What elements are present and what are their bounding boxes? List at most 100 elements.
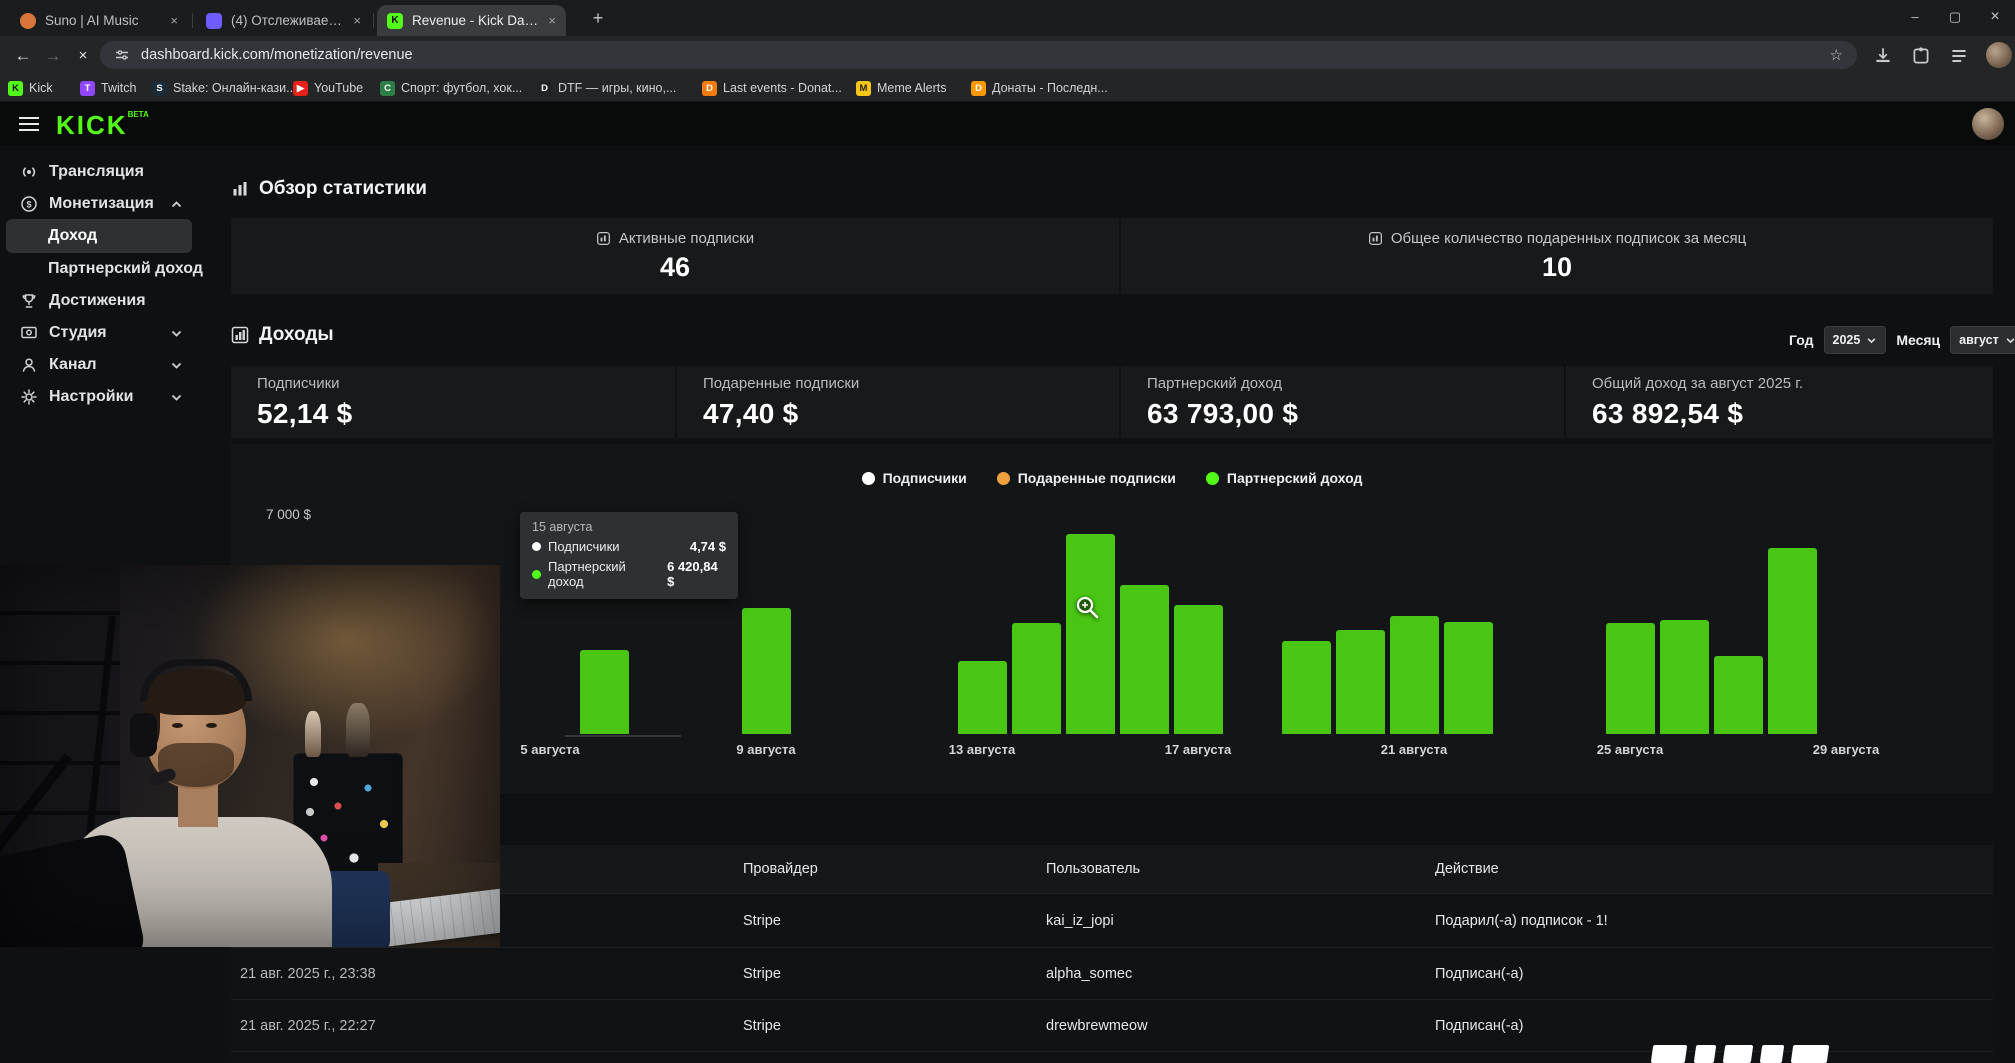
chart-icon	[231, 326, 249, 344]
user-avatar[interactable]	[1972, 108, 2004, 140]
revenue-card-total: Общий доход за август 2025 г. 63 892,54 $	[1592, 374, 1804, 429]
back-button[interactable]: ←	[10, 43, 36, 69]
screen: Suno | AI Music × (4) Отслеживаемые акти…	[0, 0, 2015, 1063]
sidebar-item-settings[interactable]: Настройки	[0, 380, 231, 414]
section-title: Доходы	[259, 324, 334, 345]
bookmark-favicon: T	[80, 80, 95, 96]
revenue-cards-band: Подписчики 52,14 $ Подаренные подписки 47,…	[231, 366, 1993, 438]
tab-close-icon[interactable]: ×	[353, 13, 361, 28]
bookmark-item[interactable]: D Донаты - Последн...	[971, 78, 1108, 98]
chart-bar[interactable]	[1012, 623, 1061, 734]
sidebar-item-income[interactable]: Доход	[6, 219, 192, 253]
sidebar-item-studio[interactable]: Студия	[0, 316, 231, 350]
browser-tab[interactable]: (4) Отслеживаемые активные... ×	[196, 5, 371, 36]
legend-dot	[996, 471, 1010, 485]
address-bar[interactable]: dashboard.kick.com/monetization/revenue …	[100, 41, 1857, 69]
stream-alert-partial	[1650, 1045, 1830, 1063]
chart-bar[interactable]	[1660, 620, 1709, 734]
browser-profile-avatar[interactable]	[1986, 42, 2012, 68]
bookmark-item[interactable]: ▶ YouTube	[293, 78, 363, 98]
bookmark-item[interactable]: S Stake: Онлайн-кази...	[152, 78, 297, 98]
window-maximize-button[interactable]: ▢	[1938, 2, 1972, 32]
gift-badge-icon	[1368, 231, 1382, 245]
revenue-card-partner: Партнерский доход 63 793,00 $	[1147, 374, 1299, 429]
chart-bar[interactable]	[1282, 641, 1331, 734]
x-axis-label: 13 августа	[948, 742, 1016, 757]
browser-tab-strip: Suno | AI Music × (4) Отслеживаемые акти…	[0, 0, 2015, 36]
chart-bar[interactable]	[1336, 630, 1385, 734]
year-select[interactable]: 2025	[1823, 326, 1887, 354]
stat-value: 10	[1541, 251, 1573, 282]
sidebar-item-partner-income[interactable]: Партнерский доход	[0, 252, 231, 286]
tab-favicon: K	[387, 12, 403, 29]
legend-item[interactable]: Подписчики	[861, 470, 967, 486]
year-label: Год	[1789, 332, 1814, 348]
tab-title: (4) Отслеживаемые активные...	[231, 13, 344, 28]
bookmark-label: Twitch	[101, 81, 137, 95]
month-label: Месяц	[1896, 332, 1941, 348]
reading-list-icon[interactable]	[1948, 45, 1970, 67]
bookmark-item[interactable]: D DTF — игры, кино,...	[537, 78, 676, 98]
table-row: 21 авг. 2025 г., 22:27 Stripe drewbrewme…	[231, 999, 1993, 1051]
tab-close-icon[interactable]: ×	[548, 13, 556, 28]
stat-card-active-subs: Активные подписки 46	[231, 218, 1119, 294]
stat-card-gifted-subs: Общее количество подаренных подписок за …	[1121, 218, 1993, 294]
new-tab-button[interactable]: +	[586, 7, 610, 31]
extensions-icon[interactable]	[1910, 45, 1932, 67]
stop-reload-button[interactable]: ×	[70, 43, 96, 69]
bookmark-item[interactable]: M Meme Alerts	[856, 78, 946, 98]
kick-logo[interactable]: KICKBETA	[56, 110, 149, 141]
forward-button[interactable]: →	[40, 43, 66, 69]
chart-tooltip: 15 августа Подписчики 4,74 $ Партнерский …	[520, 512, 738, 599]
chart-bar[interactable]	[1120, 585, 1169, 734]
y-axis-label: 7 000 $	[265, 507, 311, 522]
beta-badge: BETA	[127, 110, 149, 119]
chart-bar[interactable]	[1768, 548, 1817, 734]
col-header-provider: Провайдер	[743, 861, 818, 877]
chart-bar[interactable]	[1714, 656, 1763, 734]
tab-favicon	[20, 12, 36, 29]
sidebar-item-channel[interactable]: Канал	[0, 348, 231, 382]
chart-bar[interactable]	[742, 608, 791, 734]
bookmark-label: Stake: Онлайн-кази...	[173, 81, 297, 95]
menu-hamburger-icon[interactable]	[19, 117, 39, 131]
browser-tab[interactable]: Suno | AI Music ×	[10, 5, 188, 36]
period-controls: Год 2025 Месяц август	[1789, 326, 2015, 354]
chart-bar[interactable]	[1066, 534, 1115, 734]
chevron-down-icon	[1867, 337, 1876, 343]
chart-bar[interactable]	[580, 650, 629, 734]
sidebar-item-monetization[interactable]: $ Монетизация	[0, 187, 231, 221]
legend-item[interactable]: Подаренные подписки	[996, 470, 1176, 486]
window-close-button[interactable]: ×	[1978, 2, 2012, 32]
bookmark-item[interactable]: T Twitch	[80, 78, 136, 98]
chart-bar[interactable]	[1390, 616, 1439, 734]
tab-title: Revenue - Kick Dashboard	[412, 13, 539, 28]
tooltip-dot	[532, 542, 541, 551]
bookmark-favicon: ▶	[293, 80, 308, 96]
subs-badge-icon	[596, 231, 610, 245]
window-minimize-button[interactable]: –	[1898, 2, 1932, 32]
chart-bar[interactable]	[958, 661, 1007, 734]
bookmark-star-icon[interactable]: ☆	[1830, 46, 1843, 64]
sidebar-item-label: Монетизация	[49, 195, 154, 212]
overview-stats-band: Активные подписки 46 Общее количество по…	[231, 218, 1993, 294]
sidebar-item-achievements[interactable]: Достижения	[0, 284, 231, 318]
sidebar-item-broadcast[interactable]: Трансляция	[0, 155, 231, 189]
chart-bar[interactable]	[1606, 623, 1655, 734]
x-axis-label: 17 августа	[1164, 742, 1232, 757]
browser-tab-active[interactable]: K Revenue - Kick Dashboard ×	[377, 5, 566, 36]
bookmark-item[interactable]: С Спорт: футбол, хок...	[380, 78, 522, 98]
tab-close-icon[interactable]: ×	[170, 13, 178, 28]
x-axis-label: 29 августа	[1812, 742, 1880, 757]
monetization-icon: $	[21, 196, 37, 212]
chart-bar[interactable]	[1174, 605, 1223, 734]
month-select[interactable]: август	[1950, 326, 2015, 354]
sidebar-item-label: Партнерский доход	[48, 260, 203, 277]
bookmark-item[interactable]: D Last events - Donat...	[702, 78, 842, 98]
save-page-icon[interactable]	[1872, 45, 1894, 67]
legend-item[interactable]: Партнерский доход	[1205, 470, 1362, 486]
tab-separator	[373, 13, 374, 28]
bookmark-label: Донаты - Последн...	[992, 81, 1108, 95]
bookmark-item[interactable]: K Kick	[8, 78, 53, 98]
chart-bar[interactable]	[1444, 622, 1493, 734]
